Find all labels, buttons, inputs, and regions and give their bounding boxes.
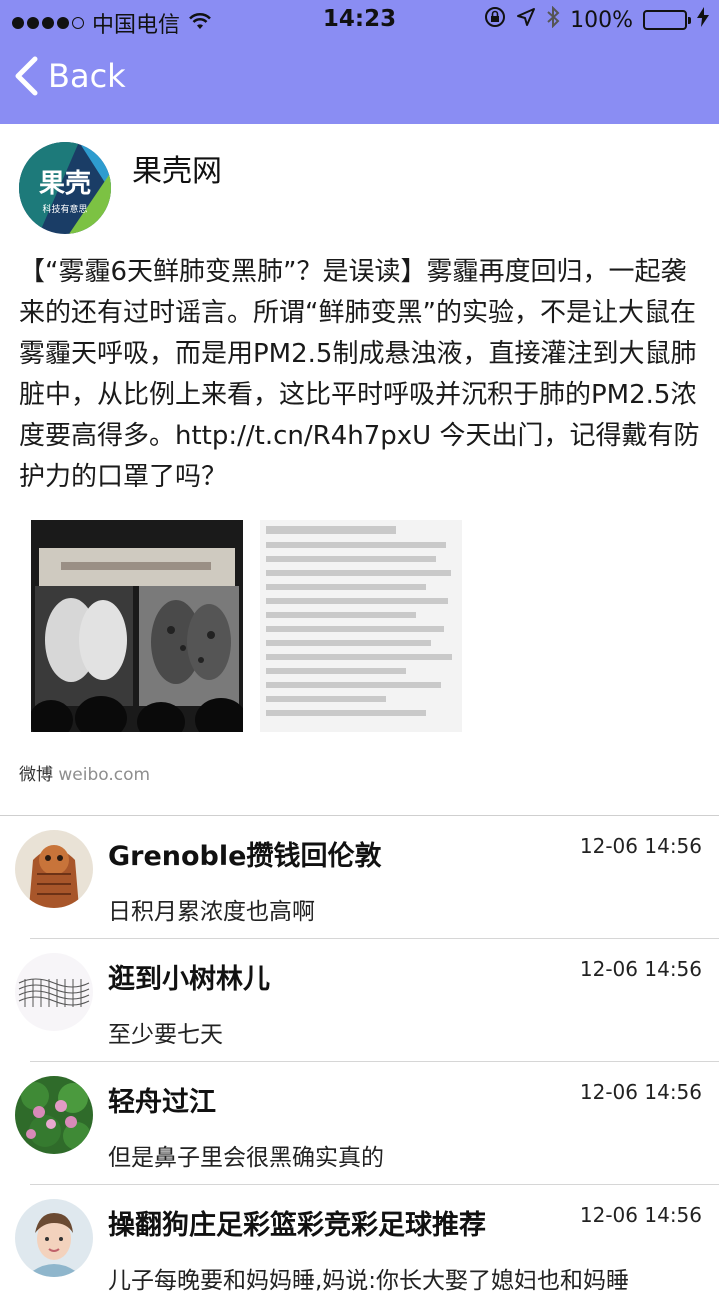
comment-time: 12-06 14:56 [579,1080,702,1104]
comment-item[interactable]: 操翻狗庄足彩篮彩竞彩足球推荐 12-06 14:56 儿子每晚要和妈妈睡,妈说:… [0,1185,719,1308]
comment-time: 12-06 14:56 [579,834,702,858]
comment-item[interactable]: 逛到小树林儿 12-06 14:56 至少要七天 [0,939,719,1062]
status-right: 100% [484,5,709,34]
avatar-logo-text: 果壳 [39,169,91,199]
comment-text: 日积月累浓度也高啊 [108,899,315,925]
author-name[interactable]: 果壳网 [132,146,222,190]
source-label: 微博 [19,765,53,785]
post-image-lungs[interactable] [31,520,243,732]
post-image-text-screenshot[interactable] [260,520,462,732]
back-button[interactable]: Back [14,56,126,96]
source-domain[interactable]: weibo.com [58,765,150,785]
post-text: 【“雾霾6天鲜肺变黑肺”？是误读】雾霾再度回归，一起袭来的还有过时谣言。所谓“鲜… [19,257,700,492]
battery-icon [643,10,691,30]
comment-item[interactable]: Grenoble攒钱回伦敦 12-06 14:56 日积月累浓度也高啊 [0,816,719,939]
post-source: 微博 weibo.com [19,760,150,785]
charging-icon [697,7,709,33]
orientation-lock-icon [484,6,506,34]
chevron-left-icon [15,56,38,96]
back-label: Back [48,57,126,95]
comment-text: 儿子每晚要和妈妈睡,妈说:你长大娶了媳妇也和妈睡 [108,1268,630,1294]
commenter-name[interactable]: 轻舟过江 [108,1080,216,1119]
commenter-name[interactable]: Grenoble攒钱回伦敦 [108,834,381,873]
commenter-avatar[interactable] [15,830,93,908]
comment-time: 12-06 14:56 [579,957,702,981]
comment-time: 12-06 14:56 [579,1203,702,1227]
author-avatar[interactable]: 果壳 科技有意思 [19,142,111,234]
bluetooth-icon [546,5,560,34]
commenter-name[interactable]: 操翻狗庄足彩篮彩竞彩足球推荐 [108,1203,486,1242]
top-bar: 中国电信 14:23 100% Back [0,0,719,124]
commenter-avatar[interactable] [15,1076,93,1154]
commenter-name[interactable]: 逛到小树林儿 [108,957,270,996]
battery-percent: 100% [570,7,633,33]
status-bar: 中国电信 14:23 100% [0,0,719,40]
comment-text: 但是鼻子里会很黑确实真的 [108,1145,384,1171]
commenter-avatar[interactable] [15,1199,93,1277]
comment-item[interactable]: 轻舟过江 12-06 14:56 但是鼻子里会很黑确实真的 [0,1062,719,1185]
comment-text: 至少要七天 [108,1022,223,1048]
location-icon [516,7,536,33]
avatar-logo-subtext: 科技有意思 [42,203,87,215]
commenter-avatar[interactable] [15,953,93,1031]
